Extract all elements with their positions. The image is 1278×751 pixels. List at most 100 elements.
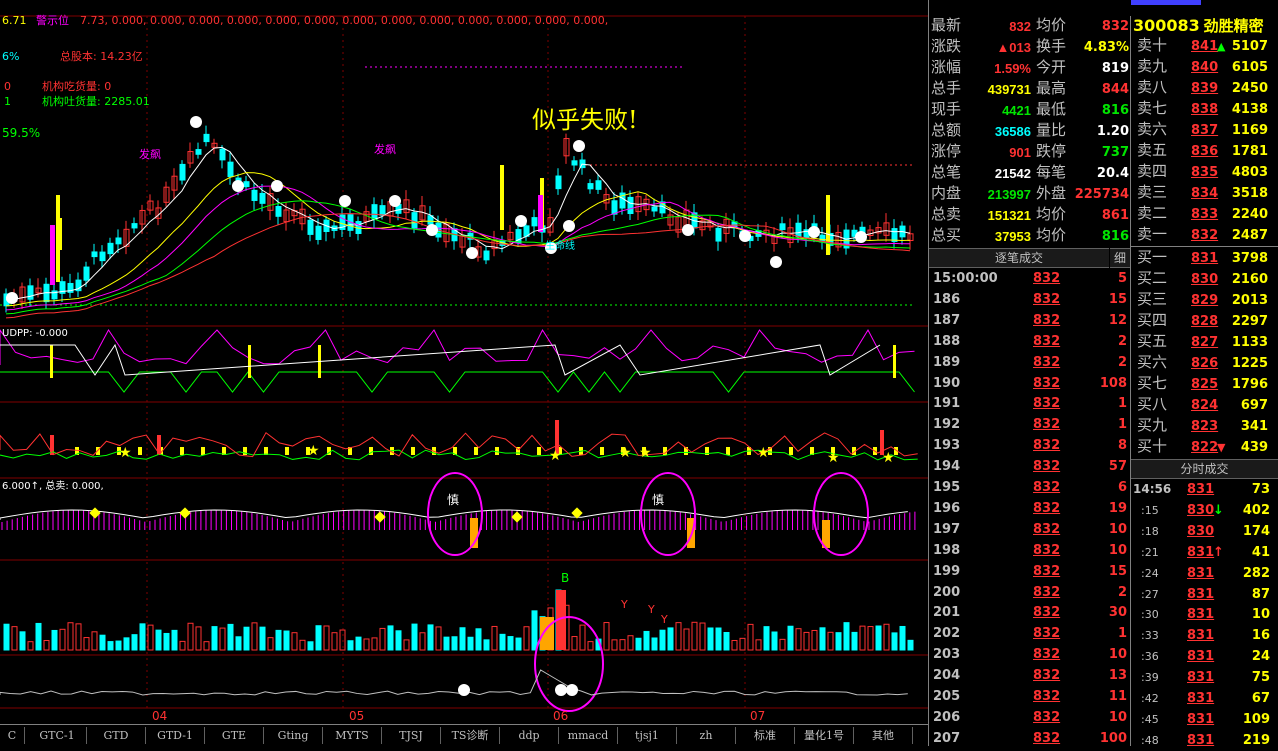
- level-volume: 5107: [1231, 39, 1268, 54]
- sell-level[interactable]: 卖七 838 4138: [1131, 99, 1278, 120]
- tick-row[interactable]: 205 832 11: [929, 686, 1131, 707]
- tick-row[interactable]: 195 832 6: [929, 477, 1131, 498]
- sell-level[interactable]: 卖八 839 2450: [1131, 78, 1278, 99]
- buy-level[interactable]: 买十 822 ▼ 439: [1131, 437, 1278, 458]
- minute-row[interactable]: :39 831 75: [1131, 667, 1278, 688]
- buy-level[interactable]: 买二 830 2160: [1131, 269, 1278, 290]
- sell-level[interactable]: 卖五 836 1781: [1131, 141, 1278, 162]
- volume-bar: [835, 632, 842, 651]
- level-volume: 439: [1240, 440, 1268, 455]
- tab-0[interactable]: C: [0, 727, 25, 744]
- tick-row[interactable]: 199 832 15: [929, 561, 1131, 582]
- buy-level[interactable]: 买八 824 697: [1131, 395, 1278, 416]
- tick-row[interactable]: 190 832 108: [929, 373, 1131, 394]
- tab-15[interactable]: 其他: [854, 727, 913, 744]
- tab-11[interactable]: tjsj1: [618, 727, 677, 744]
- buy-level[interactable]: 买五 827 1133: [1131, 332, 1278, 353]
- minute-list[interactable]: 14:56 831 73:15 830 ↓ 402:18 830 174:21 831 ↑ 41:2…: [1131, 479, 1278, 748]
- tick-row[interactable]: 206 832 10: [929, 707, 1131, 728]
- tab-9[interactable]: ddp: [500, 727, 559, 744]
- tab-4[interactable]: GTE: [205, 727, 264, 744]
- tab-14[interactable]: 量化1号: [795, 727, 854, 744]
- minute-row[interactable]: :30 831 10: [1131, 604, 1278, 625]
- level-label: 卖十: [1137, 38, 1168, 54]
- minute-row[interactable]: :45 831 109: [1131, 709, 1278, 730]
- minute-row[interactable]: :27 831 87: [1131, 584, 1278, 605]
- buy-level[interactable]: 买六 826 1225: [1131, 353, 1278, 374]
- volume-bar: [891, 632, 898, 651]
- buy-level[interactable]: 买七 825 1796: [1131, 374, 1278, 395]
- volume-bar: [803, 631, 810, 651]
- minute-row[interactable]: :42 831 67: [1131, 688, 1278, 709]
- minute-row[interactable]: :36 831 24: [1131, 646, 1278, 667]
- volume-bar: [763, 626, 770, 651]
- tab-13[interactable]: 标准: [736, 727, 795, 744]
- sell-level[interactable]: 卖二 833 2240: [1131, 204, 1278, 225]
- tick-time: 194: [933, 459, 961, 475]
- tick-volume: 2: [1117, 333, 1127, 349]
- level-price: 824: [1191, 398, 1219, 413]
- quote-row: 内盘 213997 外盘 225734: [929, 184, 1131, 205]
- minute-time: :18: [1141, 524, 1159, 538]
- tick-row[interactable]: 191 832 1: [929, 393, 1131, 414]
- candle-body: [891, 228, 898, 242]
- sell-level[interactable]: 卖十 841 ▲ 5107: [1131, 36, 1278, 57]
- tab-6[interactable]: MYTS: [323, 727, 382, 744]
- tick-row[interactable]: 187 832 12: [929, 310, 1131, 331]
- tick-row[interactable]: 188 832 2: [929, 331, 1131, 352]
- tab-5[interactable]: Gting: [264, 727, 323, 744]
- tick-row[interactable]: 198 832 10: [929, 540, 1131, 561]
- quote-label: 今开: [1036, 60, 1067, 76]
- level-volume: 2013: [1231, 293, 1268, 308]
- tick-row[interactable]: 193 832 8: [929, 435, 1131, 456]
- tab-7[interactable]: TJSJ: [382, 727, 441, 744]
- kline-svg[interactable]: ★ ★ ★ ★ ★ ★ ★ ★: [0, 0, 928, 724]
- tick-row[interactable]: 194 832 57: [929, 456, 1131, 477]
- minute-row[interactable]: :18 830 174: [1131, 521, 1278, 542]
- tick-panel-header[interactable]: 逐笔成交: [929, 248, 1109, 268]
- tick-row[interactable]: 200 832 2: [929, 582, 1131, 603]
- sell-level[interactable]: 卖三 834 3518: [1131, 183, 1278, 204]
- quote-value: 819: [1101, 61, 1129, 76]
- tick-row[interactable]: 203 832 10: [929, 644, 1131, 665]
- tick-list[interactable]: 15:00:00 832 5 186 832 15 187 832 12 188 832 2 189 83…: [929, 268, 1131, 746]
- minute-price: 831: [1187, 586, 1215, 602]
- tick-detail-button[interactable]: 细: [1110, 248, 1130, 268]
- sell-level[interactable]: 卖四 835 4803: [1131, 162, 1278, 183]
- tick-row[interactable]: 192 832 1: [929, 414, 1131, 435]
- tick-row[interactable]: 189 832 2: [929, 352, 1131, 373]
- minute-row[interactable]: :21 831 ↑ 41: [1131, 542, 1278, 563]
- minute-row[interactable]: :48 831 219: [1131, 730, 1278, 751]
- sell-level[interactable]: 卖六 837 1169: [1131, 120, 1278, 141]
- tab-1[interactable]: GTC-1: [28, 727, 87, 744]
- sell-level[interactable]: 卖九 840 6105: [1131, 57, 1278, 78]
- sell-level[interactable]: 卖一 832 2487: [1131, 225, 1278, 246]
- star-icon: ★: [639, 445, 652, 461]
- level-label: 卖六: [1137, 122, 1168, 138]
- quote-label: 最高: [1036, 81, 1067, 97]
- tick-row[interactable]: 186 832 15: [929, 289, 1131, 310]
- minute-row[interactable]: :15 830 ↓ 402: [1131, 500, 1278, 521]
- minute-panel-header[interactable]: 分时成交: [1131, 459, 1278, 479]
- buy-level[interactable]: 买九 823 341: [1131, 416, 1278, 437]
- tab-2[interactable]: GTD: [87, 727, 146, 744]
- minute-row[interactable]: :33 831 16: [1131, 625, 1278, 646]
- buy-level[interactable]: 买四 828 2297: [1131, 311, 1278, 332]
- tick-row[interactable]: 196 832 19: [929, 498, 1131, 519]
- tick-row[interactable]: 15:00:00 832 5: [929, 268, 1131, 289]
- kline-chart-area[interactable]: ★ ★ ★ ★ ★ ★ ★ ★ 6.71 警示位 7.73, 0.000, 0.000, 0.…: [0, 0, 928, 724]
- buy-level[interactable]: 买三 829 2013: [1131, 290, 1278, 311]
- minute-row[interactable]: 14:56 831 73: [1131, 479, 1278, 500]
- volume-bar: [491, 625, 498, 651]
- buy-level[interactable]: 买一 831 3798: [1131, 248, 1278, 269]
- tick-row[interactable]: 197 832 10: [929, 519, 1131, 540]
- minute-row[interactable]: :24 831 282: [1131, 563, 1278, 584]
- tick-row[interactable]: 201 832 30: [929, 602, 1131, 623]
- tick-time: 195: [933, 480, 961, 495]
- tick-row[interactable]: 204 832 13: [929, 665, 1131, 686]
- tab-10[interactable]: mmacd: [559, 727, 618, 744]
- tab-8[interactable]: TS诊断: [441, 727, 500, 744]
- tab-12[interactable]: zh: [677, 727, 736, 744]
- tick-row[interactable]: 202 832 1: [929, 623, 1131, 644]
- tab-3[interactable]: GTD-1: [146, 727, 205, 744]
